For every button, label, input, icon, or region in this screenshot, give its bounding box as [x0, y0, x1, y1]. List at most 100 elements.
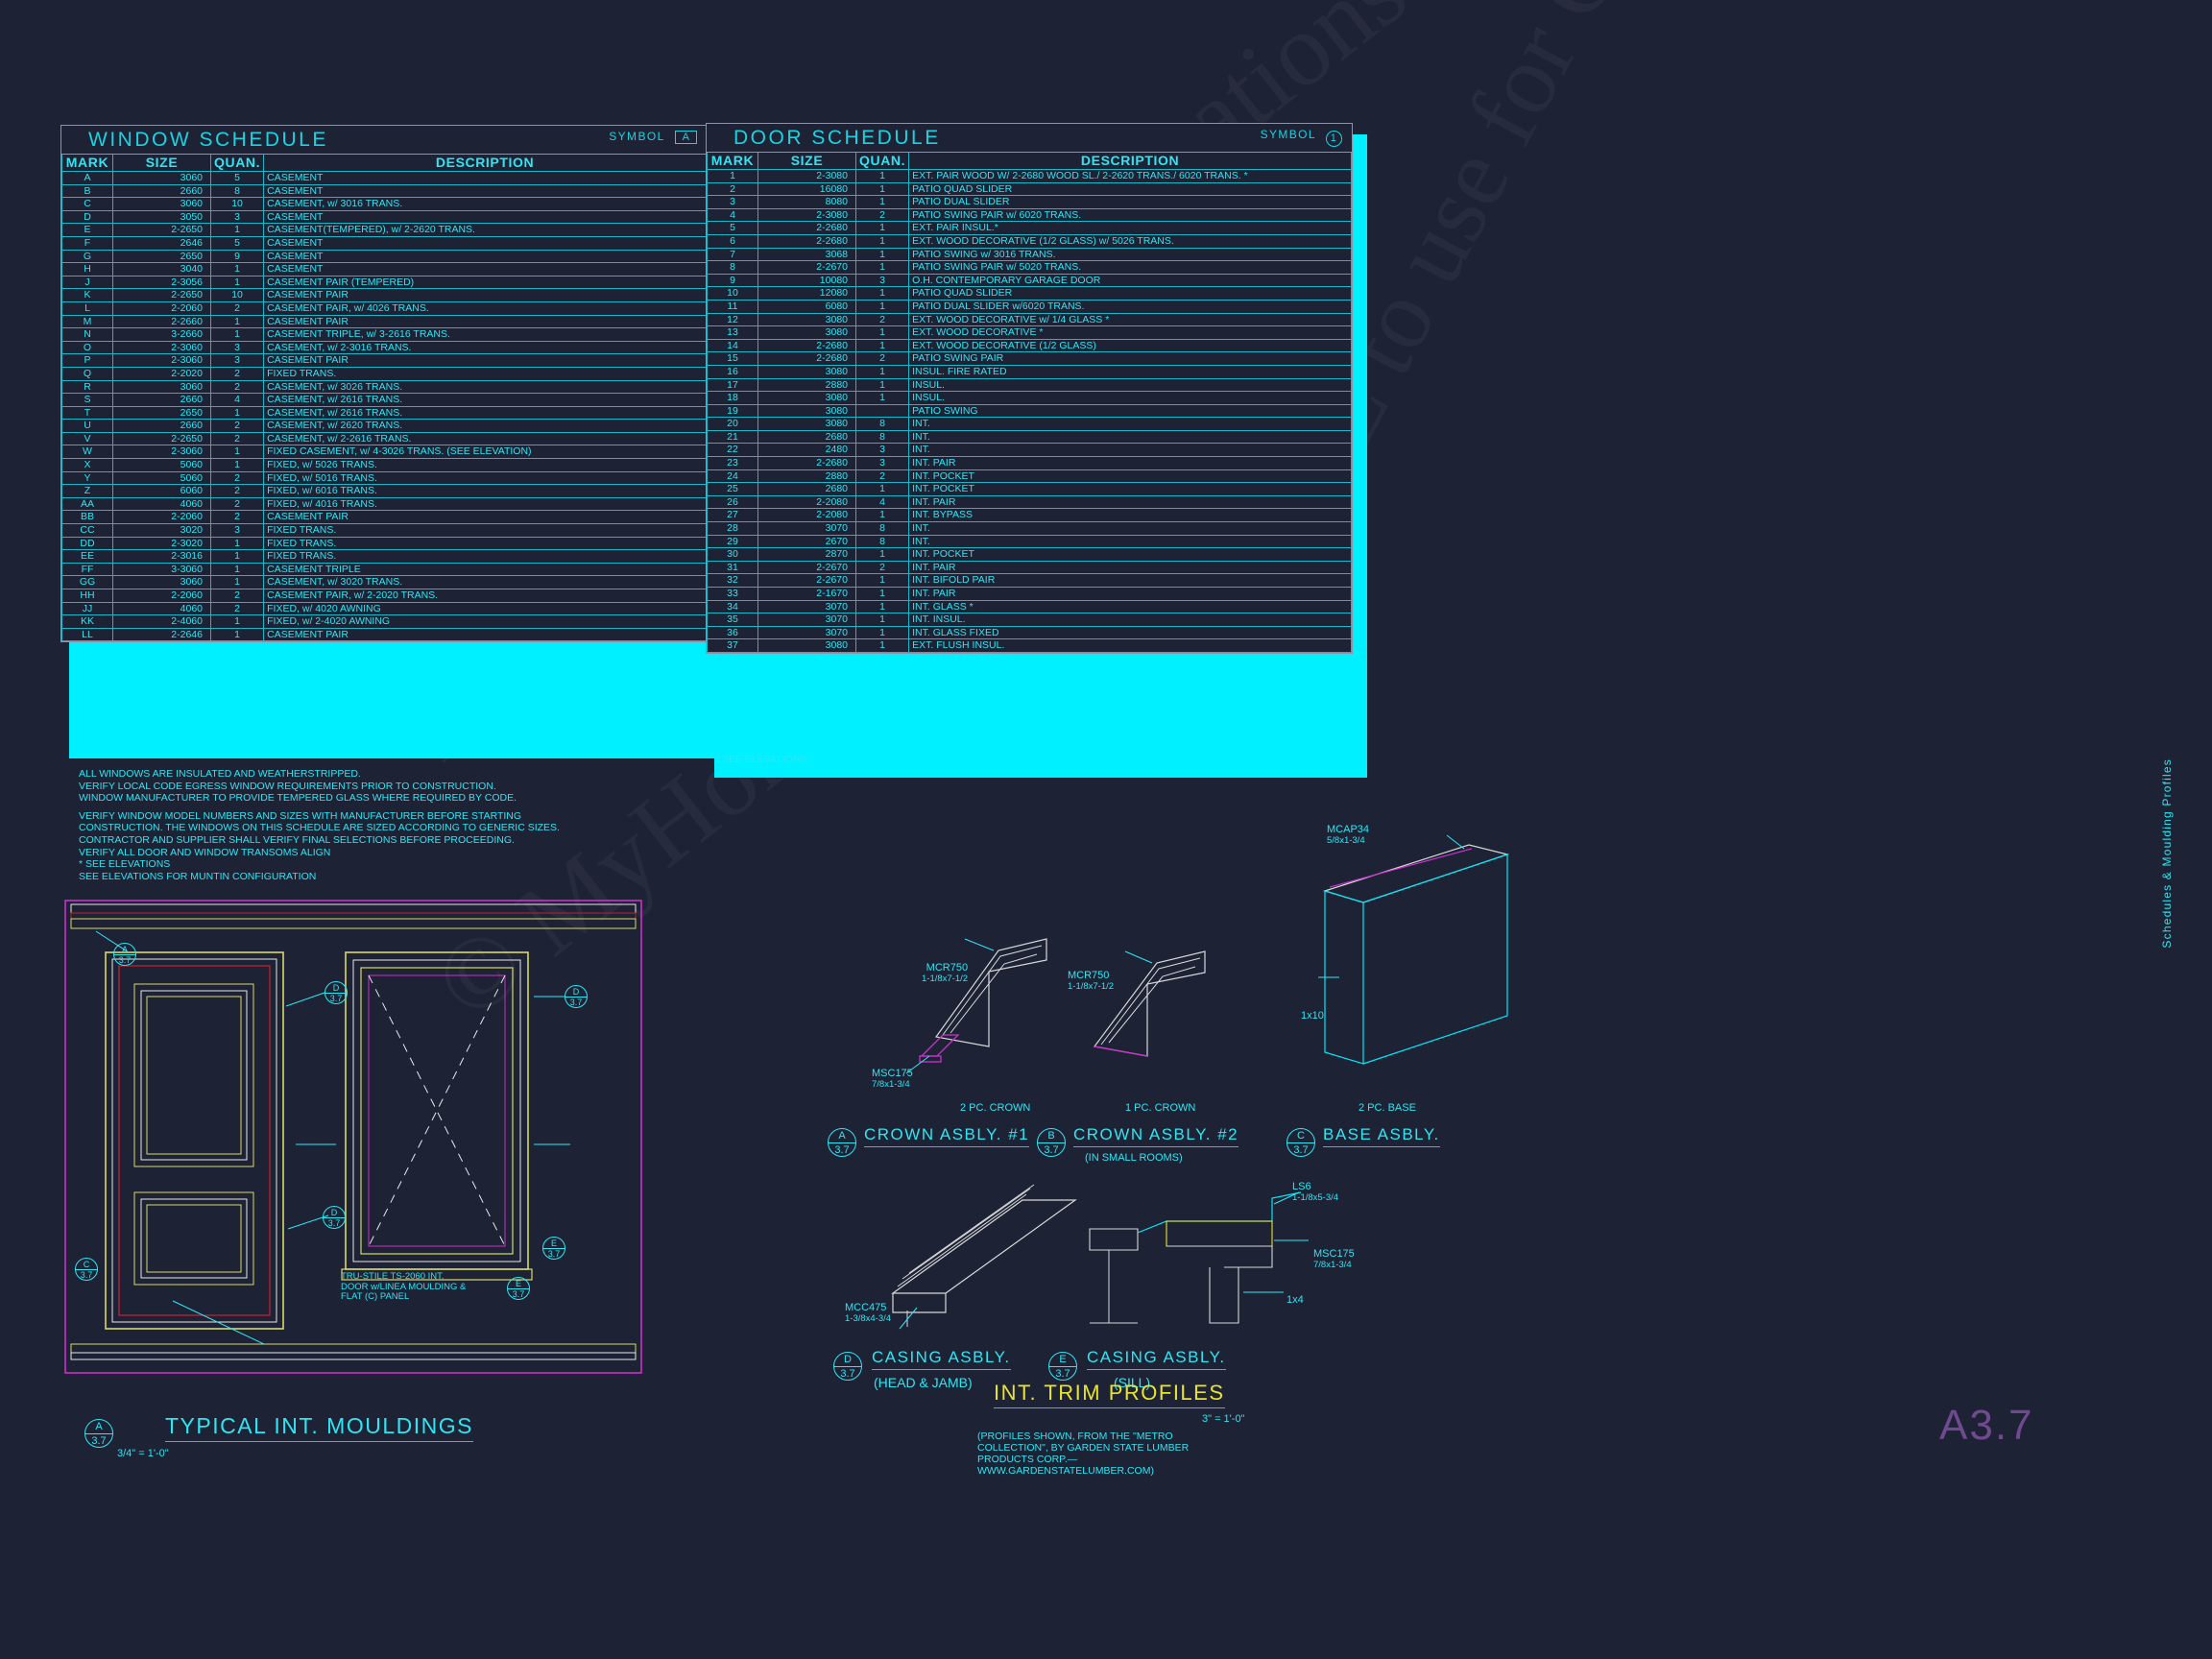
cell-description: FIXED TRANS. [264, 550, 707, 564]
table-row: F26465CASEMENT [62, 236, 707, 250]
bubble-top: E [543, 1238, 565, 1249]
cell-quan: 5 [211, 172, 264, 185]
crown-1-part-1-size: 7/8x1-3/4 [872, 1079, 913, 1091]
crown-1-bubble[interactable]: A 3.7 [828, 1128, 856, 1157]
casing-head-part-0: MCC475 1-3/8x4-3/4 [845, 1302, 891, 1325]
callout-line-2: FLAT (C) PANEL [341, 1292, 466, 1303]
base-part-1-code: 1x10 [1301, 1010, 1324, 1022]
casing-head-bubble[interactable]: D 3.7 [833, 1352, 862, 1381]
cell-size: 16080 [758, 182, 856, 196]
cell-description: PATIO SWING PAIR [909, 352, 1352, 366]
cell-mark: 14 [708, 339, 758, 352]
cell-description: FIXED, w/ 5026 TRANS. [264, 459, 707, 472]
cell-quan: 1 [856, 182, 909, 196]
cell-mark: 22 [708, 444, 758, 457]
window-col-size: SIZE [113, 155, 211, 172]
cell-description: EXT. PAIR INSUL.* [909, 222, 1352, 235]
cell-mark: 30 [708, 548, 758, 562]
window-col-quan: QUAN. [211, 155, 264, 172]
cell-description: PATIO SWING PAIR w/ 6020 TRANS. [909, 208, 1352, 222]
table-row: P2-30603CASEMENT PAIR [62, 354, 707, 368]
cell-mark: E [62, 224, 113, 237]
cell-mark: 31 [708, 561, 758, 574]
cell-description: CASEMENT, w/ 2-3016 TRANS. [264, 341, 707, 354]
table-row: 3430701INT. GLASS * [708, 600, 1352, 613]
detail-bubble-f[interactable]: E 3.7 [507, 1277, 530, 1300]
cell-description: EXT. WOOD DECORATIVE * [909, 326, 1352, 340]
cell-description: PATIO QUAD SLIDER [909, 182, 1352, 196]
cell-mark: O [62, 341, 113, 354]
detail-bubble-e[interactable]: E 3.7 [542, 1237, 565, 1260]
cell-quan: 1 [856, 326, 909, 340]
cell-mark: 20 [708, 418, 758, 431]
bubble-top: E [508, 1278, 529, 1289]
cell-quan: 1 [856, 261, 909, 275]
cell-quan: 1 [856, 287, 909, 301]
cell-size: 5060 [113, 471, 211, 485]
cell-quan: 10 [211, 289, 264, 302]
cell-size: 2-1670 [758, 588, 856, 601]
casing-sill-part-1-size: 7/8x1-3/4 [1313, 1260, 1355, 1271]
cell-quan: 1 [211, 406, 264, 420]
cell-quan: 8 [856, 418, 909, 431]
sheet-side-label: Schedules & Moulding Profiles [2160, 758, 2174, 949]
cell-quan: 1 [856, 548, 909, 562]
cell-mark: S [62, 394, 113, 407]
detail-bubble-crown-a[interactable]: A 3.7 [113, 943, 136, 966]
cell-quan: 1 [856, 574, 909, 588]
cell-mark: D [62, 210, 113, 224]
crown-2-part-0-code: MCR750 [1068, 970, 1114, 981]
casing-head-svg [869, 1173, 1090, 1336]
mouldings-title-bubble[interactable]: A 3.7 [84, 1419, 113, 1448]
table-row: JJ40602FIXED, w/ 4020 AWNING [62, 602, 707, 615]
cell-size: 2-2020 [113, 367, 211, 380]
cell-size: 2660 [113, 184, 211, 198]
cell-mark: 9 [708, 274, 758, 287]
table-row: V2-26502CASEMENT, w/ 2-2616 TRANS. [62, 432, 707, 445]
crown-2-bubble[interactable]: B 3.7 [1037, 1128, 1066, 1157]
casing-sill-part-1: MSC175 7/8x1-3/4 [1313, 1248, 1355, 1271]
cell-size: 2-3056 [113, 276, 211, 289]
detail-bubble-d-1[interactable]: D 3.7 [325, 981, 348, 1004]
crown-2-part-0-size: 1-1/8x7-1/2 [1068, 981, 1114, 993]
cell-size: 3080 [758, 313, 856, 326]
cell-quan: 2 [211, 471, 264, 485]
table-row: 193080PATIO SWING [708, 404, 1352, 418]
cell-mark: 13 [708, 326, 758, 340]
cell-size: 12080 [758, 287, 856, 301]
detail-bubble-c[interactable]: C 3.7 [75, 1258, 98, 1281]
cell-size: 3050 [113, 210, 211, 224]
bubble-bottom: 3.7 [324, 1218, 345, 1229]
cell-description: FIXED, w/ 6016 TRANS. [264, 485, 707, 498]
cell-size: 3070 [758, 626, 856, 639]
bubble-top: D [325, 982, 347, 994]
cell-mark: 15 [708, 352, 758, 366]
bubble-bottom: 3.7 [834, 1367, 861, 1381]
table-row: 272-20801INT. BYPASS [708, 509, 1352, 522]
source-line-2: PRODUCTS CORP.— [977, 1454, 1189, 1465]
cell-description: CASEMENT(TEMPERED), w/ 2-2620 TRANS. [264, 224, 707, 237]
cell-description: CASEMENT [264, 184, 707, 198]
cell-mark: Q [62, 367, 113, 380]
cell-quan: 1 [856, 600, 909, 613]
cell-description: CASEMENT TRIPLE [264, 563, 707, 576]
table-row: 2030808INT. [708, 418, 1352, 431]
cell-size: 2680 [758, 483, 856, 496]
table-row: 2160801PATIO QUAD SLIDER [708, 182, 1352, 196]
detail-bubble-d-3[interactable]: D 3.7 [565, 985, 588, 1008]
cell-quan: 1 [211, 315, 264, 328]
cell-description: CASEMENT PAIR [264, 354, 707, 368]
base-bubble[interactable]: C 3.7 [1286, 1128, 1315, 1157]
cell-quan: 3 [211, 210, 264, 224]
cell-description: CASEMENT TRIPLE, w/ 3-2616 TRANS. [264, 328, 707, 342]
cell-size: 2680 [758, 430, 856, 444]
table-row: 82-26701PATIO SWING PAIR w/ 5020 TRANS. [708, 261, 1352, 275]
table-row: E2-26501CASEMENT(TEMPERED), w/ 2-2620 TR… [62, 224, 707, 237]
callout-line-0: TRU-STILE TS-2060 INT. [341, 1272, 466, 1283]
cell-size: 3060 [113, 576, 211, 589]
detail-bubble-d-2[interactable]: D 3.7 [323, 1206, 346, 1229]
bubble-bottom: 3.7 [1287, 1143, 1314, 1157]
casing-sill-bubble[interactable]: E 3.7 [1048, 1352, 1077, 1381]
cell-quan: 1 [856, 613, 909, 627]
bubble-bottom: 3.7 [565, 998, 587, 1008]
